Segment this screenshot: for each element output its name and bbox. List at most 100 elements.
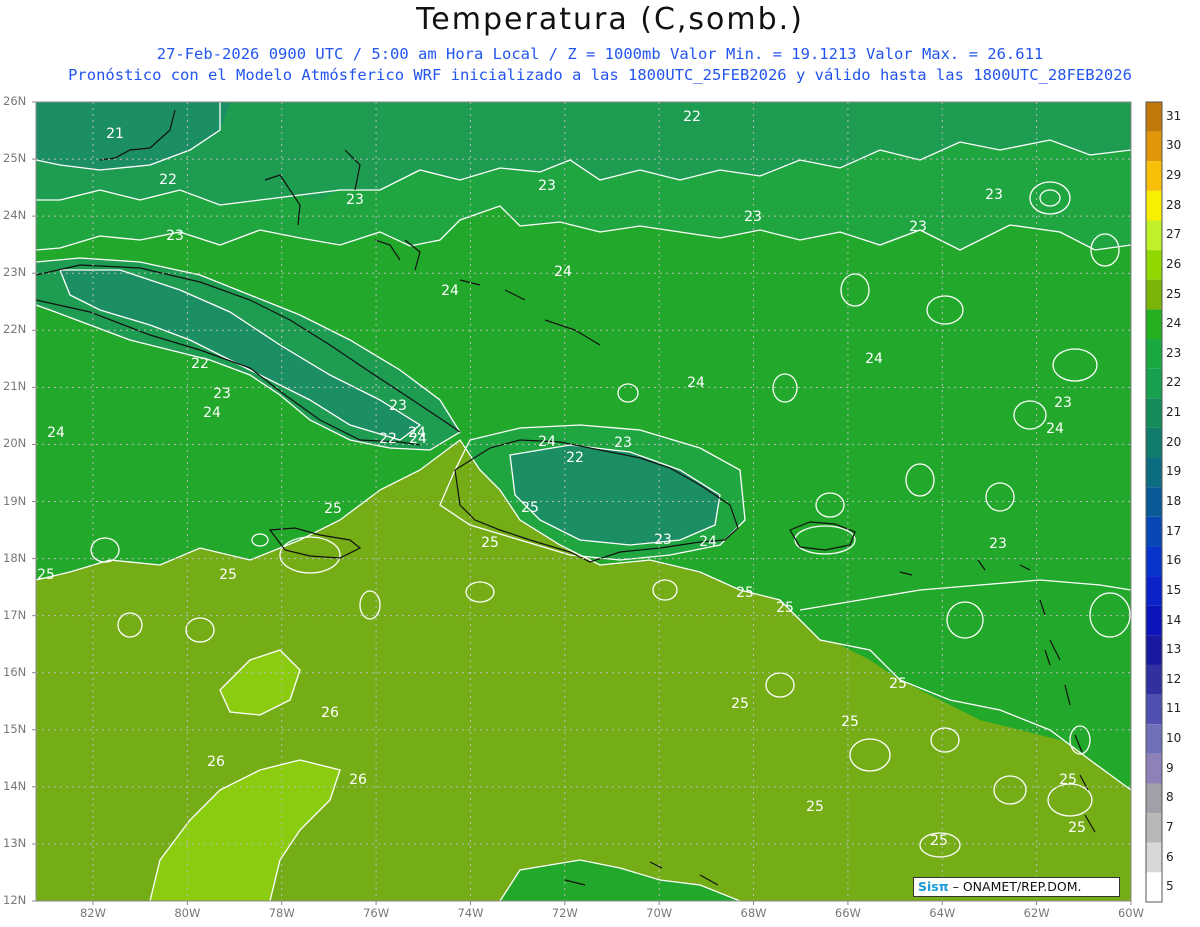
lat-label: 15N xyxy=(3,721,27,736)
contour-label: 25 xyxy=(731,696,749,712)
colorbar-swatch xyxy=(1146,398,1162,428)
colorbar-level-label: 24 xyxy=(1166,316,1182,331)
colorbar-level-label: 12 xyxy=(1166,671,1182,686)
contour-label: 24 xyxy=(203,405,221,421)
contour-label: 23 xyxy=(744,209,762,225)
contour-label: 25 xyxy=(521,500,539,516)
colorbar-level-label: 28 xyxy=(1166,197,1182,212)
colorbar-swatch xyxy=(1146,635,1162,665)
contour-label: 24 xyxy=(865,351,883,367)
colorbar-level-label: 17 xyxy=(1166,523,1182,538)
colorbar-swatch xyxy=(1146,546,1162,577)
lon-label: 80W xyxy=(174,906,201,920)
lat-label: 18N xyxy=(3,550,27,565)
credit-text: – ONAMET/REP.DOM. xyxy=(952,879,1082,894)
colorbar-level-label: 19 xyxy=(1166,464,1182,479)
contour-label: 23 xyxy=(614,435,632,451)
contour-label: 25 xyxy=(219,567,237,583)
contour-label: 23 xyxy=(346,192,364,208)
colorbar-level-label: 7 xyxy=(1166,819,1174,834)
colorbar-swatch xyxy=(1146,220,1162,251)
lat-label: 19N xyxy=(3,493,27,508)
lat-label: 13N xyxy=(3,835,27,850)
contour-label: 25 xyxy=(481,535,499,551)
contour-label: 24 xyxy=(408,425,426,441)
colorbar-level-label: 22 xyxy=(1166,375,1182,390)
lat-label: 12N xyxy=(3,893,27,907)
colorbar-level-label: 27 xyxy=(1166,227,1182,242)
colorbar-swatch xyxy=(1146,664,1162,695)
colorbar-level-label: 26 xyxy=(1166,256,1182,271)
contour-label: 23 xyxy=(213,386,231,402)
lat-label: 25N xyxy=(3,151,27,166)
contour-label: 25 xyxy=(930,833,948,849)
colorbar-level-label: 23 xyxy=(1166,345,1182,360)
lon-label: 76W xyxy=(363,906,390,920)
lon-label: 72W xyxy=(551,906,578,920)
colorbar-swatch xyxy=(1146,190,1162,221)
contour-label: 24 xyxy=(538,434,556,450)
colorbar-level-label: 16 xyxy=(1166,553,1182,568)
colorbar-level-label: 6 xyxy=(1166,849,1174,864)
contour-label: 26 xyxy=(321,705,339,721)
lon-label: 68W xyxy=(740,906,767,920)
contour-label: 23 xyxy=(989,536,1007,552)
colorbar-swatch xyxy=(1146,309,1162,340)
colorbar-swatch xyxy=(1146,102,1162,132)
contour-label: 25 xyxy=(806,799,824,815)
colorbar-level-label: 15 xyxy=(1166,582,1182,597)
lon-label: 64W xyxy=(929,906,956,920)
colorbar-level-label: 21 xyxy=(1166,405,1182,420)
credit-box: Sisπ – ONAMET/REP.DOM. xyxy=(913,877,1120,897)
colorbar-swatch xyxy=(1146,250,1162,280)
colorbar-swatch xyxy=(1146,694,1162,725)
colorbar-swatch xyxy=(1146,368,1162,399)
contour-label: 23 xyxy=(538,178,556,194)
lon-label: 66W xyxy=(834,906,861,920)
lat-label: 24N xyxy=(3,208,27,223)
contour-label: 25 xyxy=(736,585,754,601)
contour-label: 25 xyxy=(1068,820,1086,836)
lon-label: 62W xyxy=(1023,906,1050,920)
sispi-logo: Sisπ xyxy=(918,879,949,894)
contour-label: 25 xyxy=(37,567,55,583)
temperature-map: 2122222223232323242424222323232324242424… xyxy=(32,101,1163,905)
colorbar-swatch xyxy=(1146,161,1162,191)
contour-label: 24 xyxy=(687,375,705,391)
contour-label: 23 xyxy=(985,187,1003,203)
lat-label: 14N xyxy=(3,778,27,793)
contour-label: 23 xyxy=(1054,395,1072,411)
colorbar-swatch xyxy=(1146,872,1162,902)
colorbar-swatch xyxy=(1146,516,1162,547)
contour-label: 21 xyxy=(106,126,124,142)
contour-label: 22 xyxy=(379,431,397,447)
lon-label: 74W xyxy=(457,906,484,920)
contour-label: 23 xyxy=(389,398,407,414)
lon-label: 60W xyxy=(1117,906,1144,920)
colorbar-swatch xyxy=(1146,753,1162,784)
colorbar-level-label: 25 xyxy=(1166,286,1182,301)
contour-label: 26 xyxy=(349,772,367,788)
contour-label: 23 xyxy=(654,532,672,548)
lat-label: 21N xyxy=(3,379,27,394)
contour-label: 24 xyxy=(554,264,572,280)
contour-label: 26 xyxy=(207,754,225,770)
lon-label: 70W xyxy=(646,906,673,920)
contour-label: 24 xyxy=(1046,421,1064,437)
contour-label: 23 xyxy=(166,228,184,244)
lat-label: 23N xyxy=(3,265,27,280)
colorbar-swatch xyxy=(1146,842,1162,873)
contour-label: 22 xyxy=(191,356,209,372)
colorbar-swatch xyxy=(1146,576,1162,606)
lat-label: 16N xyxy=(3,664,27,679)
colorbar-level-label: 31 xyxy=(1166,108,1182,123)
colorbar-level-label: 9 xyxy=(1166,760,1174,775)
lat-label: 26N xyxy=(3,94,27,108)
colorbar-level-label: 11 xyxy=(1166,701,1182,716)
contour-label: 25 xyxy=(776,600,794,616)
lon-label: 78W xyxy=(268,906,295,920)
colorbar-swatch xyxy=(1146,131,1162,162)
colorbar-level-label: 14 xyxy=(1166,612,1182,627)
contour-label: 22 xyxy=(566,450,584,466)
colorbar-swatch xyxy=(1146,279,1162,310)
